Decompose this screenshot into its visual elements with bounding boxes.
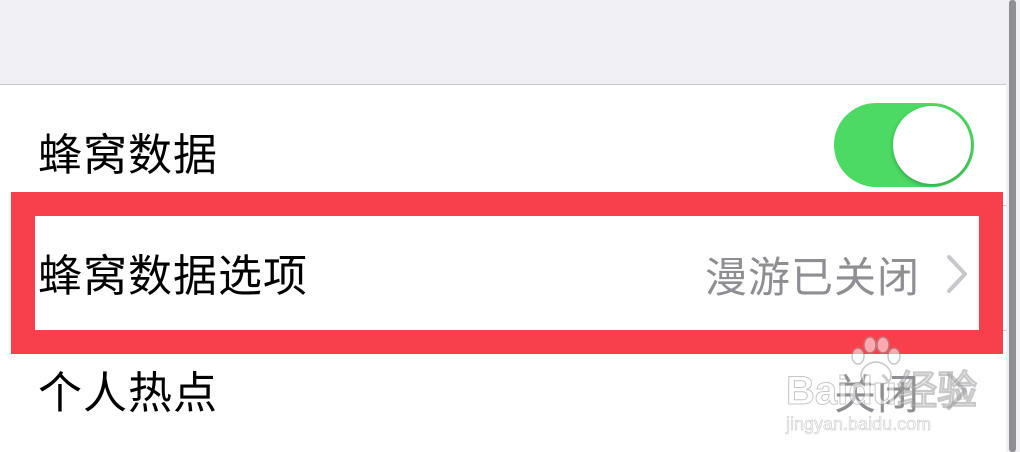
chevron-right-icon [947,255,967,293]
cellular-data-options-value: 漫游已关闭 [704,253,920,302]
cellular-settings-list: 蜂窝数据 蜂窝数据选项 漫游已关闭 个人热点 关闭 [0,85,1020,452]
settings-page: 蜂窝数据 蜂窝数据选项 漫游已关闭 个人热点 关闭 Baidu经验 jingya… [0,0,1020,452]
personal-hotspot-value: 关闭 [833,370,920,419]
chevron-right-icon [947,372,967,410]
cellular-data-options-label: 蜂窝数据选项 [38,251,308,302]
row-personal-hotspot[interactable]: 个人热点 关闭 [0,331,1020,452]
section-header-spacer [0,0,1020,85]
row-cellular-data-options[interactable]: 蜂窝数据选项 漫游已关闭 [0,206,1020,330]
cellular-data-label: 蜂窝数据 [38,130,218,181]
cellular-data-toggle[interactable] [834,103,974,187]
scrollbar-thumb[interactable] [1009,0,1016,452]
toggle-knob [893,106,971,184]
personal-hotspot-label: 个人热点 [38,368,218,419]
scrollbar[interactable] [1006,0,1020,452]
row-cellular-data: 蜂窝数据 [0,85,1020,205]
